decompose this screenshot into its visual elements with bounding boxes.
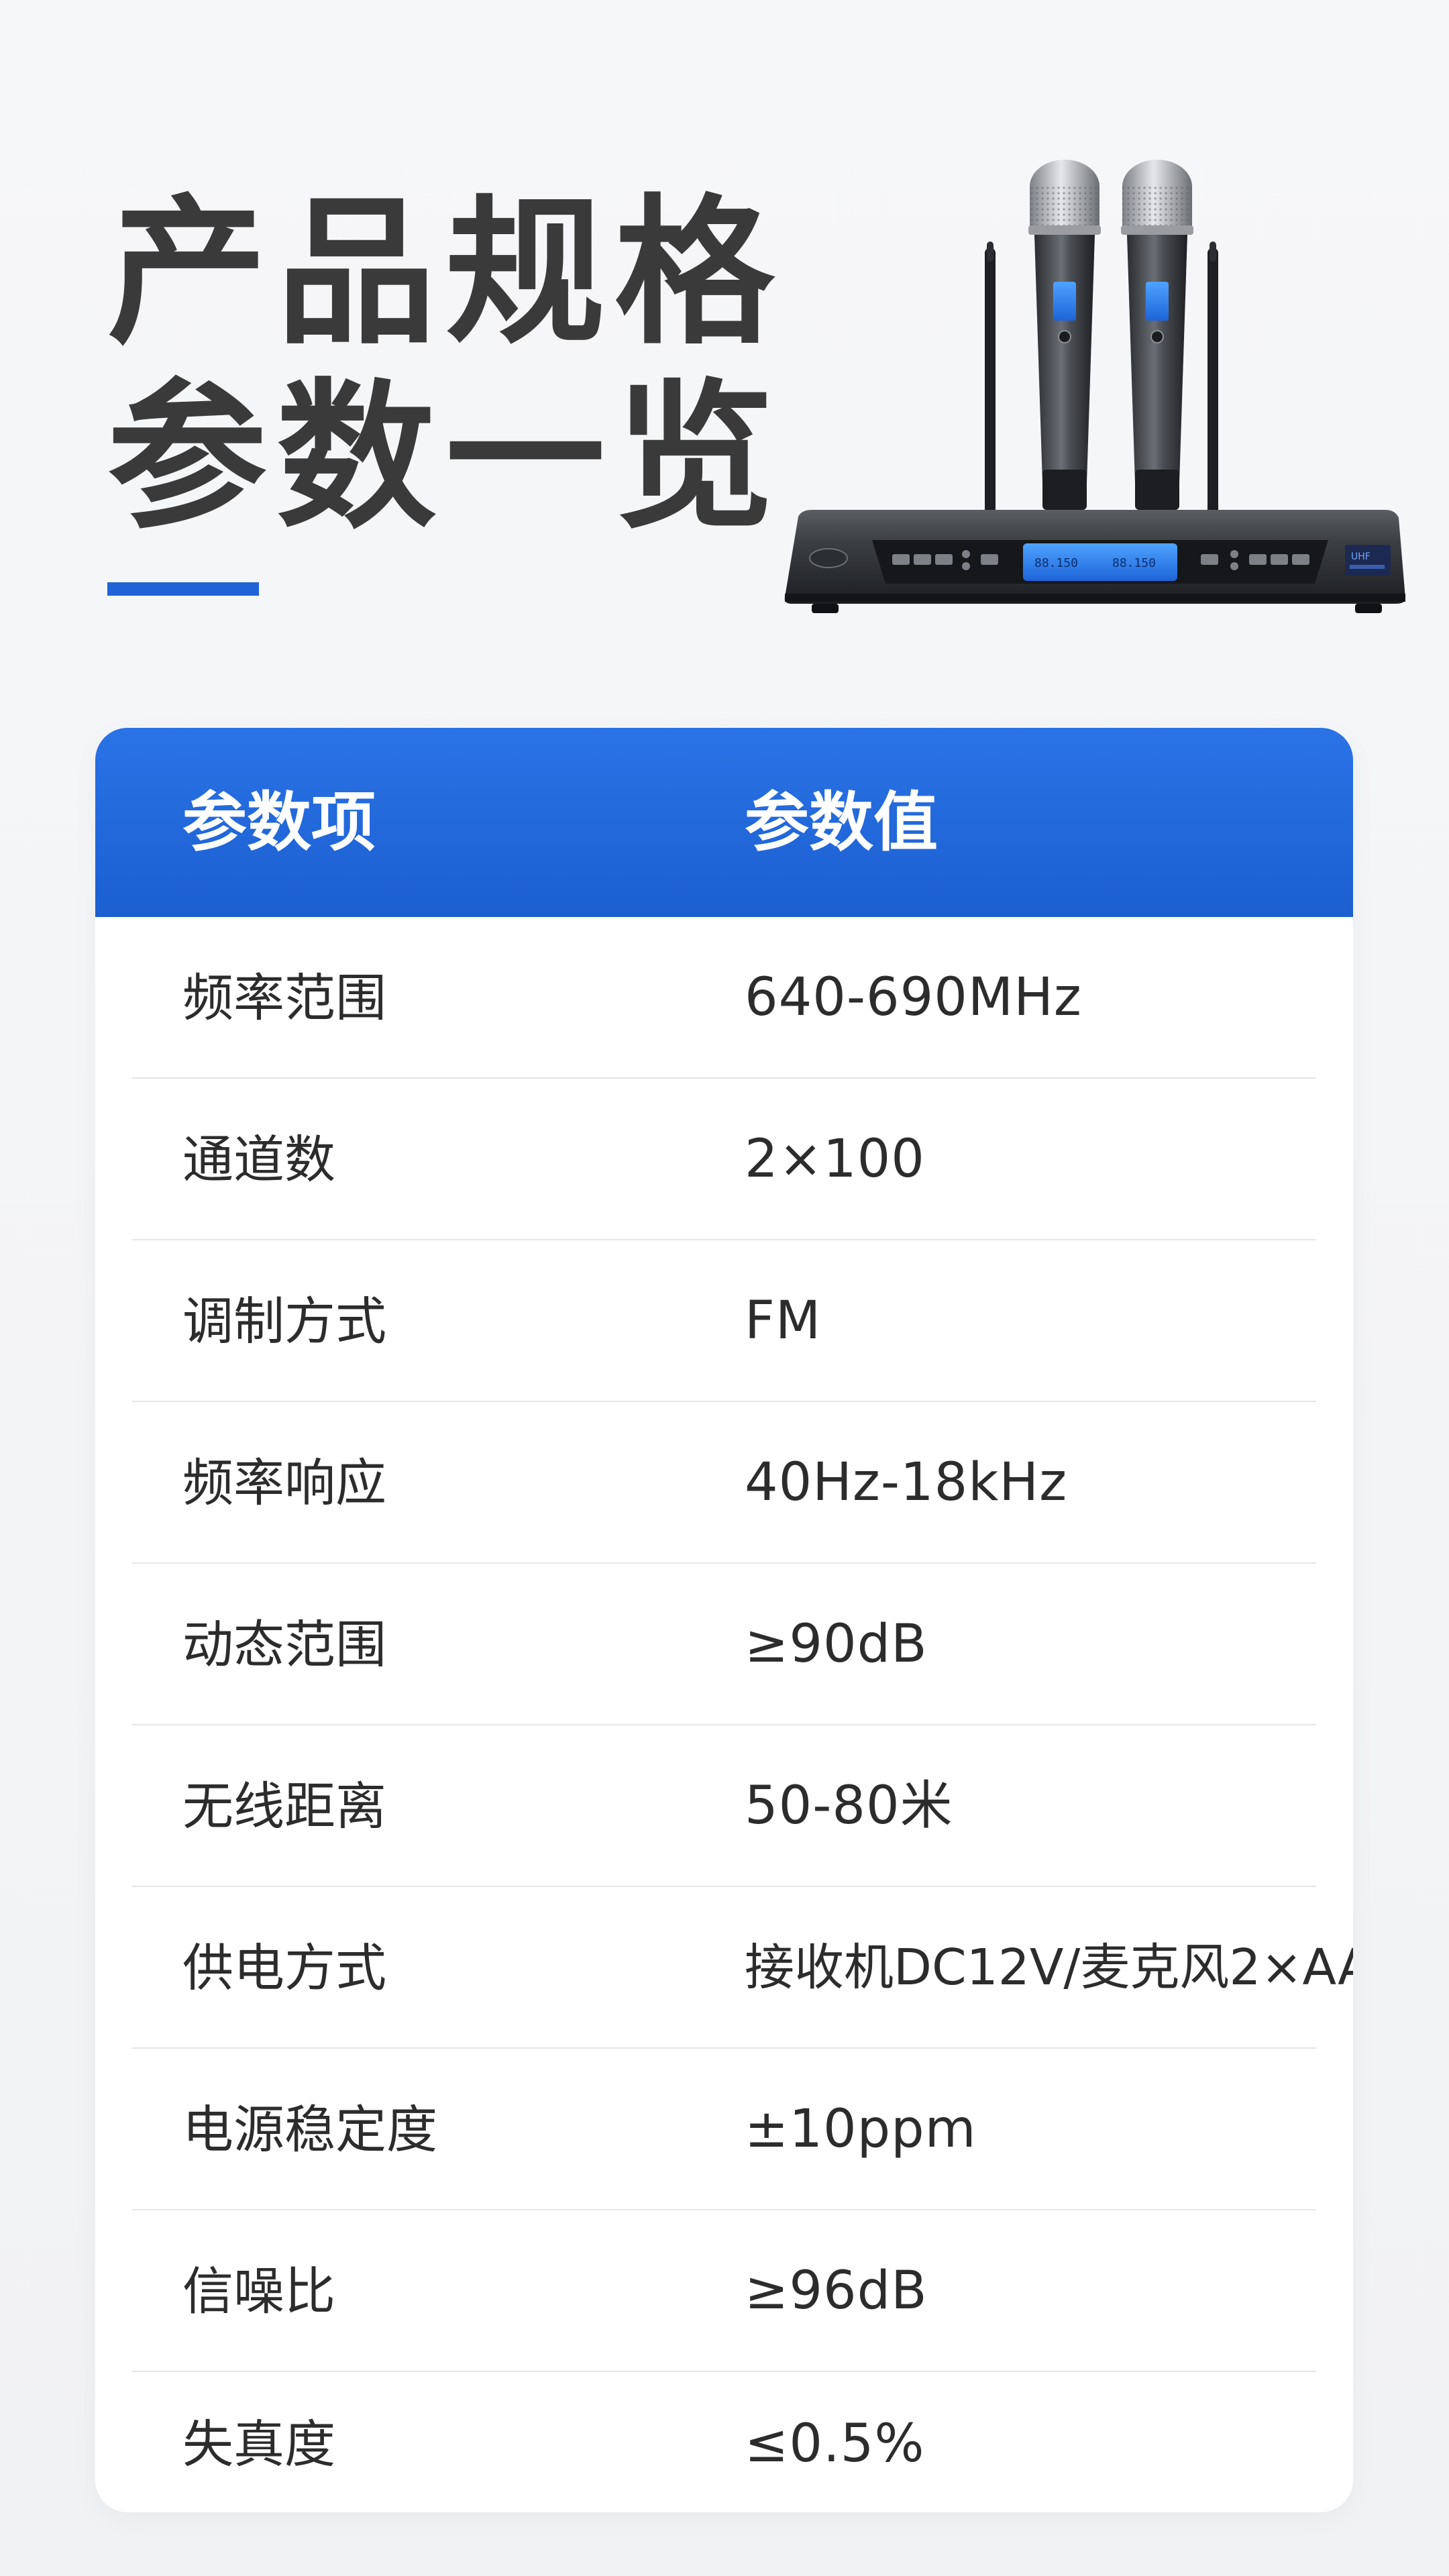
row-value: ≥96dB	[745, 2261, 928, 2321]
row-value: 2×100	[745, 1129, 925, 1189]
table-header: 参数项 参数值	[95, 728, 1353, 917]
row-name: 调制方式	[182, 1291, 386, 1351]
row-value: ±10ppm	[745, 2099, 977, 2159]
table-row: 供电方式 接收机DC12V/麦克风2×AA	[95, 1887, 1353, 2049]
row-name: 电源稳定度	[182, 2100, 437, 2159]
row-value: 40Hz-18kHz	[745, 1452, 1068, 1513]
row-name: 频率响应	[182, 1453, 386, 1513]
table-row: 频率范围 640-690MHz	[95, 917, 1353, 1079]
table-row: 信噪比 ≥96dB	[95, 2210, 1353, 2372]
row-value: ≥90dB	[745, 1614, 928, 1674]
right-antenna	[1208, 248, 1218, 530]
table-row: 频率响应 40Hz-18kHz	[95, 1402, 1353, 1564]
table-body: 频率范围 640-690MHz 通道数 2×100 调制方式 FM 频率响应 4…	[95, 917, 1353, 2512]
table-row: 调制方式 FM	[95, 1240, 1353, 1402]
lcd-right-readout: 88.150	[1112, 556, 1156, 570]
page-title: 产品规格 参数一览	[107, 181, 778, 550]
row-name: 失真度	[182, 2414, 335, 2474]
title-line-1: 产品规格	[107, 180, 784, 366]
row-name: 频率范围	[182, 968, 386, 1028]
row-name: 动态范围	[182, 1615, 386, 1674]
header-param: 参数项	[182, 785, 376, 860]
table-row: 电源稳定度 ±10ppm	[95, 2049, 1353, 2210]
row-value: 640-690MHz	[745, 967, 1082, 1028]
row-name: 无线距离	[182, 1776, 386, 1836]
title-line-2: 参数一览	[107, 365, 784, 551]
spec-page: 产品规格 参数一览 88.150 88.150 UHF 参数项 参数值 频率范围…	[0, 0, 1449, 2576]
row-value: ≤0.5%	[745, 2414, 925, 2474]
table-row: 无线距离 50-80米	[95, 1725, 1353, 1887]
row-name: 供电方式	[182, 1938, 386, 1998]
row-value: FM	[745, 1291, 822, 1351]
table-row: 失真度 ≤0.5%	[95, 2372, 1353, 2512]
left-microphone	[1028, 160, 1101, 510]
row-value: 接收机DC12V/麦克风2×AA	[745, 1939, 1353, 1996]
row-value: 50-80米	[745, 1776, 953, 1836]
lcd-left-readout: 88.150	[1034, 556, 1078, 570]
table-row: 动态范围 ≥90dB	[95, 1564, 1353, 1725]
receiver-unit: 88.150 88.150 UHF	[784, 510, 1405, 613]
uhf-badge: UHF	[1351, 551, 1371, 562]
row-name: 通道数	[182, 1130, 335, 1189]
table-row: 通道数 2×100	[95, 1079, 1353, 1240]
spec-table: 参数项 参数值 频率范围 640-690MHz 通道数 2×100 调制方式 F…	[95, 728, 1353, 2512]
left-antenna	[985, 248, 996, 530]
right-microphone	[1121, 160, 1193, 510]
wireless-mic-product-image: 88.150 88.150 UHF	[784, 160, 1405, 613]
header-value: 参数值	[745, 785, 938, 860]
title-accent-bar	[107, 582, 259, 596]
row-name: 信噪比	[182, 2261, 335, 2321]
